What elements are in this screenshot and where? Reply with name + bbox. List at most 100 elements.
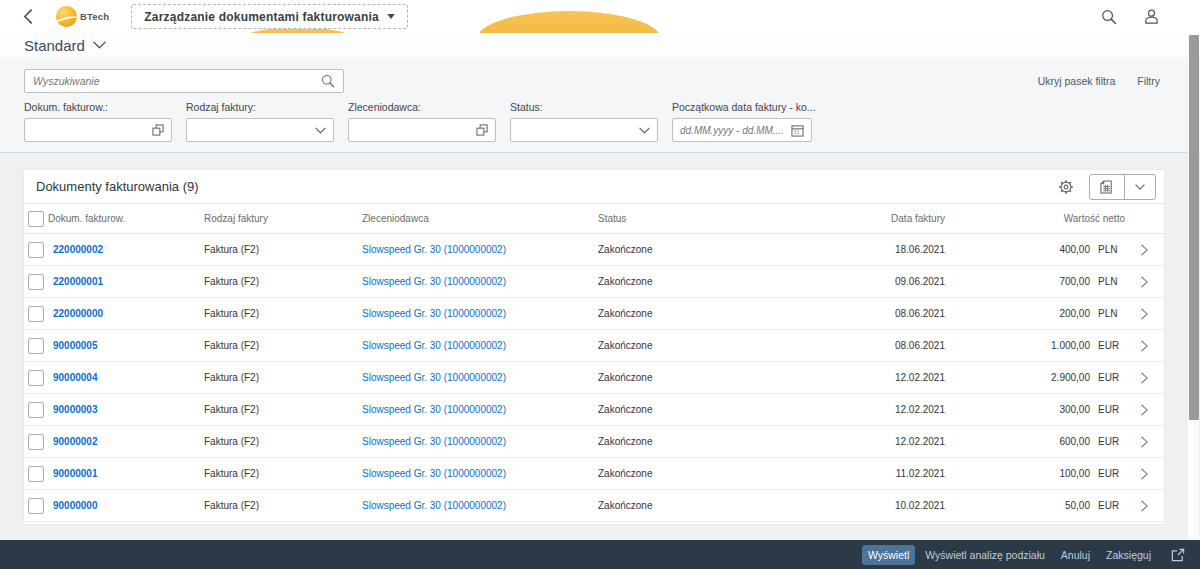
table-row[interactable]: 220000000 Faktura (F2) Slowspeed Gr. 30 … (24, 298, 1164, 330)
column-header-client[interactable]: Zleceniodawca (362, 213, 598, 224)
chevron-down-icon (1135, 184, 1145, 190)
client-link[interactable]: Slowspeed Gr. 30 (1000000002) (362, 404, 598, 415)
table-row[interactable]: 220000001 Faktura (F2) Slowspeed Gr. 30 … (24, 266, 1164, 298)
row-checkbox[interactable] (28, 370, 44, 386)
status-text: Zakończone (598, 468, 788, 479)
currency: EUR (1090, 340, 1125, 351)
vertical-scrollbar[interactable] (1188, 33, 1199, 540)
select-all-checkbox[interactable] (28, 211, 44, 227)
column-header-netvalue[interactable]: Wartość netto (945, 213, 1125, 224)
filter-fields: Dokum. fakturow.: Rodzaj faktury: (24, 101, 826, 142)
row-checkbox[interactable] (28, 274, 44, 290)
doc-number-link[interactable]: 90000001 (53, 468, 204, 479)
invoice-type: Faktura (F2) (204, 500, 362, 511)
doc-number-link[interactable]: 90000003 (53, 404, 204, 415)
row-checkbox[interactable] (28, 466, 44, 482)
doc-number-link[interactable]: 90000002 (53, 436, 204, 447)
footer-button[interactable]: Zaksięguj (1100, 545, 1157, 565)
table-row[interactable]: 90000005 Faktura (F2) Slowspeed Gr. 30 (… (24, 330, 1164, 362)
scrollbar-thumb[interactable] (1189, 35, 1199, 420)
filters-link[interactable]: Filtry (1137, 75, 1160, 87)
column-header-status[interactable]: Status (598, 213, 788, 224)
row-checkbox[interactable] (28, 434, 44, 450)
table-row[interactable]: 90000002 Faktura (F2) Slowspeed Gr. 30 (… (24, 426, 1164, 458)
table-row[interactable]: 90000001 Faktura (F2) Slowspeed Gr. 30 (… (24, 458, 1164, 490)
hide-filterbar-link[interactable]: Ukryj pasek filtra (1038, 75, 1116, 87)
filter-field-input[interactable] (348, 118, 496, 142)
doc-number-link[interactable]: 90000005 (53, 340, 204, 351)
value-help-icon[interactable] (476, 124, 488, 136)
search-icon[interactable] (321, 74, 335, 88)
footer-button[interactable]: Wyświetl analizę podziału (919, 545, 1051, 565)
row-chevron-right-icon[interactable] (1141, 468, 1148, 480)
app-title-menu[interactable]: Zarządzanie dokumentami fakturowania (131, 4, 408, 29)
filter-field-input[interactable] (510, 118, 658, 142)
column-header-type[interactable]: Rodzaj faktury (204, 213, 362, 224)
row-checkbox[interactable] (28, 306, 44, 322)
doc-number-link[interactable]: 220000002 (53, 244, 204, 255)
export-button[interactable] (1090, 175, 1124, 199)
doc-number-link[interactable]: 90000004 (53, 372, 204, 383)
value-help-icon[interactable] (152, 124, 164, 136)
row-chevron-right-icon[interactable] (1141, 372, 1148, 384)
table-row[interactable]: 90000000 Faktura (F2) Slowspeed Gr. 30 (… (24, 490, 1164, 522)
export-menu-button[interactable] (1124, 175, 1155, 199)
column-header-doc[interactable]: Dokum. fakturow. (48, 213, 204, 224)
search-icon (1101, 9, 1117, 25)
footer-button[interactable]: Anuluj (1055, 545, 1096, 565)
client-link[interactable]: Slowspeed Gr. 30 (1000000002) (362, 308, 598, 319)
table-row[interactable]: 90000004 Faktura (F2) Slowspeed Gr. 30 (… (24, 362, 1164, 394)
shell-search-button[interactable] (1098, 6, 1120, 28)
row-chevron-right-icon[interactable] (1141, 340, 1148, 352)
search-input[interactable]: Wyszukiwanie (24, 69, 344, 93)
client-link[interactable]: Slowspeed Gr. 30 (1000000002) (362, 276, 598, 287)
invoice-date: 08.06.2021 (788, 308, 945, 319)
row-chevron-right-icon[interactable] (1141, 244, 1148, 256)
filter-field-input[interactable] (24, 118, 172, 142)
table-row[interactable]: 90000003 Faktura (F2) Slowspeed Gr. 30 (… (24, 394, 1164, 426)
currency: PLN (1090, 276, 1125, 287)
row-checkbox[interactable] (28, 242, 44, 258)
net-amount: 50,00 (945, 500, 1090, 511)
variant-management[interactable]: Standard (0, 33, 1200, 57)
open-in-new-window-button[interactable] (1166, 545, 1190, 565)
table-settings-button[interactable] (1055, 176, 1077, 198)
row-chevron-right-icon[interactable] (1141, 500, 1148, 512)
client-link[interactable]: Slowspeed Gr. 30 (1000000002) (362, 500, 598, 511)
client-link[interactable]: Slowspeed Gr. 30 (1000000002) (362, 468, 598, 479)
footer-button[interactable]: Wyświetl (862, 545, 915, 565)
row-chevron-right-icon[interactable] (1141, 404, 1148, 416)
doc-number-link[interactable]: 220000000 (53, 308, 204, 319)
chevron-down-icon[interactable] (315, 127, 326, 134)
chevron-down-icon[interactable] (639, 127, 650, 134)
doc-number-link[interactable]: 90000000 (53, 500, 204, 511)
row-chevron-right-icon[interactable] (1141, 436, 1148, 448)
logo-icon (56, 6, 77, 27)
back-button[interactable] (16, 5, 40, 29)
doc-number-link[interactable]: 220000001 (53, 276, 204, 287)
filter-field-input[interactable] (186, 118, 334, 142)
column-header-date[interactable]: Data faktury (788, 213, 945, 224)
calendar-icon[interactable] (791, 124, 804, 137)
status-text: Zakończone (598, 436, 788, 447)
client-link[interactable]: Slowspeed Gr. 30 (1000000002) (362, 340, 598, 351)
currency: EUR (1090, 468, 1125, 479)
user-menu-button[interactable] (1140, 6, 1162, 28)
row-checkbox[interactable] (28, 498, 44, 514)
row-chevron-right-icon[interactable] (1141, 308, 1148, 320)
currency: EUR (1090, 372, 1125, 383)
filter-field: Dokum. fakturow.: (24, 101, 172, 142)
row-checkbox[interactable] (28, 402, 44, 418)
table-row[interactable]: 220000002 Faktura (F2) Slowspeed Gr. 30 … (24, 234, 1164, 266)
net-amount: 200,00 (945, 308, 1090, 319)
row-checkbox[interactable] (28, 338, 44, 354)
client-link[interactable]: Slowspeed Gr. 30 (1000000002) (362, 372, 598, 383)
filter-field-input[interactable]: dd.MM.yyyy - dd.MM.... (672, 118, 812, 142)
filter-field: Początkowa data faktury - ko... dd.MM.yy… (672, 101, 812, 142)
back-chevron-icon (23, 9, 33, 24)
row-chevron-right-icon[interactable] (1141, 276, 1148, 288)
client-link[interactable]: Slowspeed Gr. 30 (1000000002) (362, 244, 598, 255)
currency: EUR (1090, 500, 1125, 511)
page-content: Dokumenty fakturowania (9) (0, 154, 1200, 540)
client-link[interactable]: Slowspeed Gr. 30 (1000000002) (362, 436, 598, 447)
